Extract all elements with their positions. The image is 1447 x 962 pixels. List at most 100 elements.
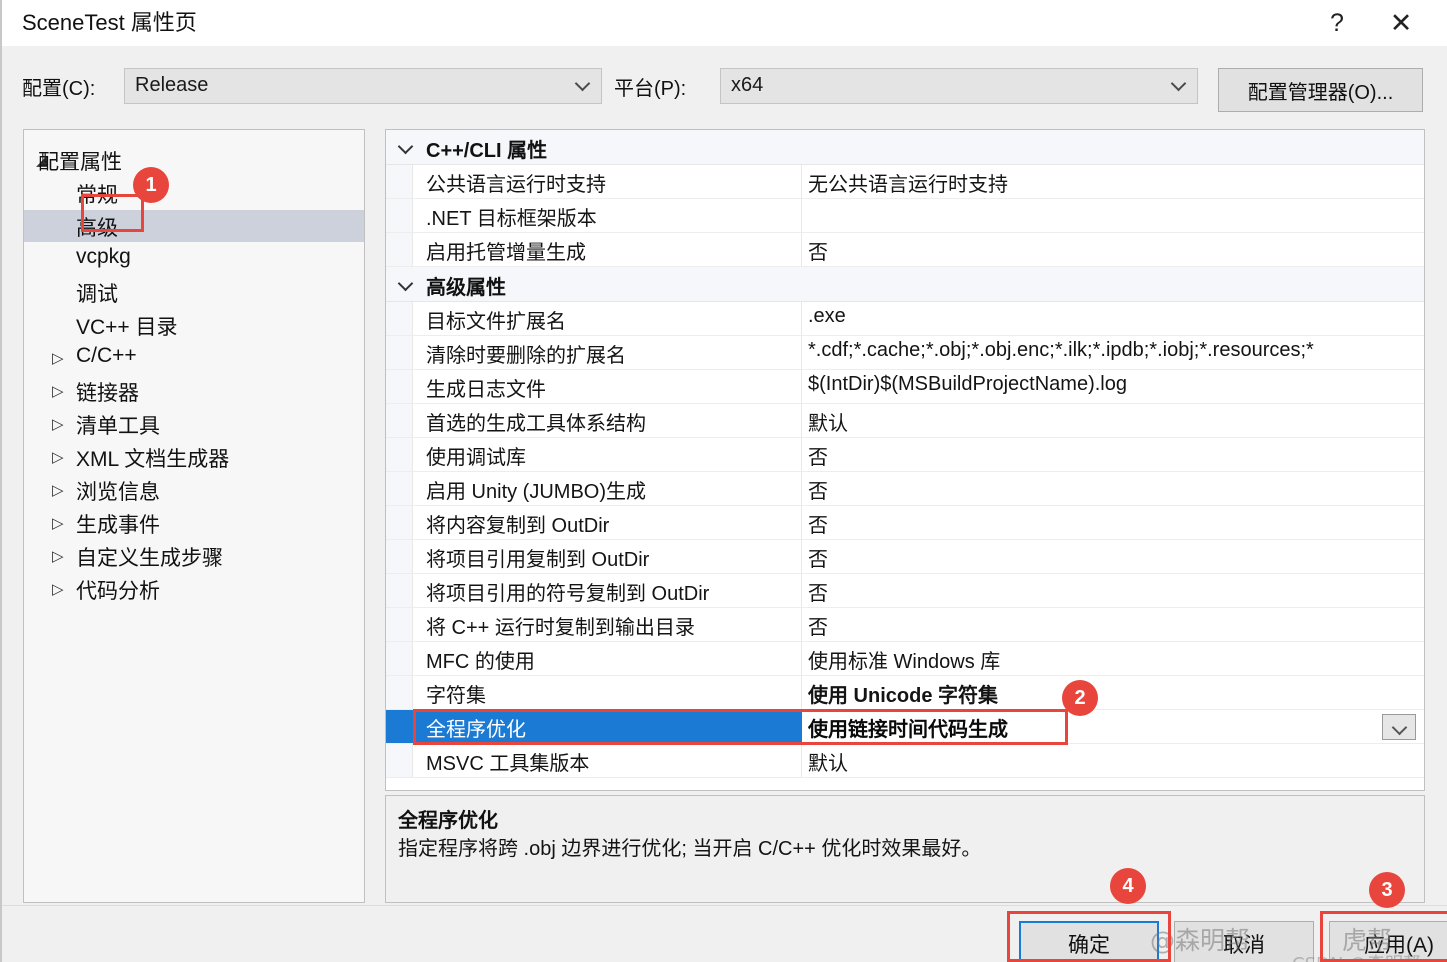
dialog-button-bar: 确定 取消 应用(A) [2, 905, 1447, 962]
property-value[interactable]: 使用链接时间代码生成 [808, 713, 1420, 742]
column-divider [801, 642, 802, 675]
grid-property-row[interactable]: 清除时要删除的扩展名 *.cdf;*.cache;*.obj;*.obj.enc;… [386, 336, 1424, 370]
grid-property-row[interactable]: 公共语言运行时支持 无公共语言运行时支持 [386, 165, 1424, 199]
grid-category-row[interactable]: C++/CLI 属性 [386, 130, 1424, 165]
cancel-button[interactable]: 取消 [1174, 921, 1314, 962]
grid-category-row[interactable]: 高级属性 [386, 267, 1424, 302]
tree-item-1[interactable]: 常规 [24, 177, 364, 209]
grid-property-row[interactable]: MSVC 工具集版本 默认 [386, 744, 1424, 778]
title-bar: SceneTest 属性页 ? ✕ [2, 0, 1447, 46]
property-name: 使用调试库 [426, 447, 526, 469]
grid-property-row[interactable]: 将 C++ 运行时复制到输出目录 否 [386, 608, 1424, 642]
chevron-down-icon [1171, 76, 1187, 92]
property-tree[interactable]: ◢ 配置属性 常规 高级 vcpkg 调试 VC++ 目录 ▷ C/C++ ▷ 链接器 ▷ 清单工具 ▷ X… [23, 129, 365, 903]
grid-gutter [386, 608, 413, 641]
property-value[interactable]: 否 [808, 509, 1420, 538]
grid-property-row[interactable]: 将内容复制到 OutDir 否 [386, 506, 1424, 540]
grid-property-row[interactable]: 全程序优化 使用链接时间代码生成 [386, 710, 1424, 744]
configuration-manager-button[interactable]: 配置管理器(O)... [1218, 68, 1423, 112]
column-divider [801, 744, 802, 777]
tree-item-label: 链接器 [76, 382, 139, 405]
grid-property-row[interactable]: 将项目引用复制到 OutDir 否 [386, 540, 1424, 574]
expander-closed-icon[interactable]: ▷ [52, 384, 64, 399]
grid-property-row[interactable]: 字符集 使用 Unicode 字符集 [386, 676, 1424, 710]
grid-property-row[interactable]: 将项目引用的符号复制到 OutDir 否 [386, 574, 1424, 608]
tree-item-4[interactable]: 调试 [24, 276, 364, 308]
ok-button[interactable]: 确定 [1019, 921, 1159, 962]
grid-property-row[interactable]: .NET 目标框架版本 [386, 199, 1424, 233]
tree-item-0[interactable]: ◢ 配置属性 [24, 144, 364, 176]
grid-property-row[interactable]: 使用调试库 否 [386, 438, 1424, 472]
tree-item-label: 自定义生成步骤 [76, 547, 223, 570]
grid-gutter [386, 506, 413, 539]
expander-closed-icon[interactable]: ▷ [52, 582, 64, 597]
column-divider [801, 404, 802, 437]
property-value[interactable]: 使用标准 Windows 库 [808, 645, 1420, 674]
property-name: MFC 的使用 [426, 651, 535, 673]
description-title: 全程序优化 [398, 810, 498, 832]
property-value[interactable]: .exe [808, 305, 1420, 328]
tree-item-10[interactable]: ▷ 浏览信息 [24, 474, 364, 506]
tree-item-3[interactable]: vcpkg [24, 243, 364, 275]
grid-property-row[interactable]: 首选的生成工具体系结构 默认 [386, 404, 1424, 438]
property-value[interactable]: 否 [808, 236, 1420, 265]
expander-closed-icon[interactable]: ▷ [52, 483, 64, 498]
tree-item-9[interactable]: ▷ XML 文档生成器 [24, 441, 364, 473]
property-grid[interactable]: C++/CLI 属性公共语言运行时支持 无公共语言运行时支持 .NET 目标框架版本… [385, 129, 1425, 791]
property-value[interactable]: 使用 Unicode 字符集 [808, 679, 1420, 708]
property-value[interactable]: $(IntDir)$(MSBuildProjectName).log [808, 373, 1420, 396]
expander-closed-icon[interactable]: ▷ [52, 417, 64, 432]
apply-button[interactable]: 应用(A) [1329, 921, 1447, 962]
expander-closed-icon[interactable]: ▷ [52, 549, 64, 564]
expander-closed-icon[interactable]: ▷ [52, 516, 64, 531]
property-name: 生成日志文件 [426, 379, 546, 401]
grid-property-row[interactable]: 启用托管增量生成 否 [386, 233, 1424, 267]
property-value[interactable]: 默认 [808, 747, 1420, 776]
tree-item-12[interactable]: ▷ 自定义生成步骤 [24, 540, 364, 572]
column-divider [801, 574, 802, 607]
property-value[interactable]: 否 [808, 441, 1420, 470]
tree-item-label: 高级 [76, 217, 118, 240]
platform-select[interactable]: x64 [720, 68, 1198, 104]
chevron-down-icon[interactable] [399, 278, 413, 292]
tree-item-label: VC++ 目录 [76, 316, 178, 339]
grid-property-row[interactable]: 目标文件扩展名 .exe [386, 302, 1424, 336]
column-divider [801, 608, 802, 641]
expander-closed-icon[interactable]: ▷ [52, 450, 64, 465]
property-name: 将 C++ 运行时复制到输出目录 [426, 617, 695, 639]
tree-item-5[interactable]: VC++ 目录 [24, 309, 364, 341]
property-value[interactable]: 否 [808, 577, 1420, 606]
question-mark-icon: ? [1330, 8, 1344, 37]
property-value[interactable]: 否 [808, 475, 1420, 504]
property-value[interactable]: 默认 [808, 407, 1420, 436]
grid-property-row[interactable]: 生成日志文件 $(IntDir)$(MSBuildProjectName).log [386, 370, 1424, 404]
column-divider [801, 472, 802, 505]
close-button[interactable]: ✕ [1375, 0, 1427, 46]
grid-property-row[interactable]: MFC 的使用 使用标准 Windows 库 [386, 642, 1424, 676]
close-icon: ✕ [1389, 7, 1413, 38]
property-value[interactable]: 否 [808, 543, 1420, 572]
chevron-down-icon[interactable] [399, 141, 413, 155]
column-divider [801, 370, 802, 403]
property-name: 全程序优化 [426, 719, 526, 741]
property-name: 目标文件扩展名 [426, 311, 566, 333]
tree-item-11[interactable]: ▷ 生成事件 [24, 507, 364, 539]
tree-item-7[interactable]: ▷ 链接器 [24, 375, 364, 407]
tree-item-8[interactable]: ▷ 清单工具 [24, 408, 364, 440]
grid-category-label: C++/CLI 属性 [426, 140, 548, 162]
property-value[interactable]: 否 [808, 611, 1420, 640]
value-dropdown-button[interactable] [1382, 714, 1416, 740]
column-divider [801, 165, 802, 198]
help-button[interactable]: ? [1311, 0, 1363, 46]
tree-item-2[interactable]: 高级 [24, 210, 364, 242]
property-value[interactable]: 无公共语言运行时支持 [808, 168, 1420, 197]
property-name: .NET 目标框架版本 [426, 208, 597, 230]
expander-closed-icon[interactable]: ▷ [52, 351, 64, 366]
configuration-select[interactable]: Release [124, 68, 602, 104]
property-value[interactable]: *.cdf;*.cache;*.obj;*.obj.enc;*.ilk;*.ip… [808, 339, 1420, 362]
tree-item-13[interactable]: ▷ 代码分析 [24, 573, 364, 605]
column-divider [801, 199, 802, 232]
grid-property-row[interactable]: 启用 Unity (JUMBO)生成 否 [386, 472, 1424, 506]
grid-gutter [386, 676, 413, 709]
tree-item-6[interactable]: ▷ C/C++ [24, 342, 364, 374]
